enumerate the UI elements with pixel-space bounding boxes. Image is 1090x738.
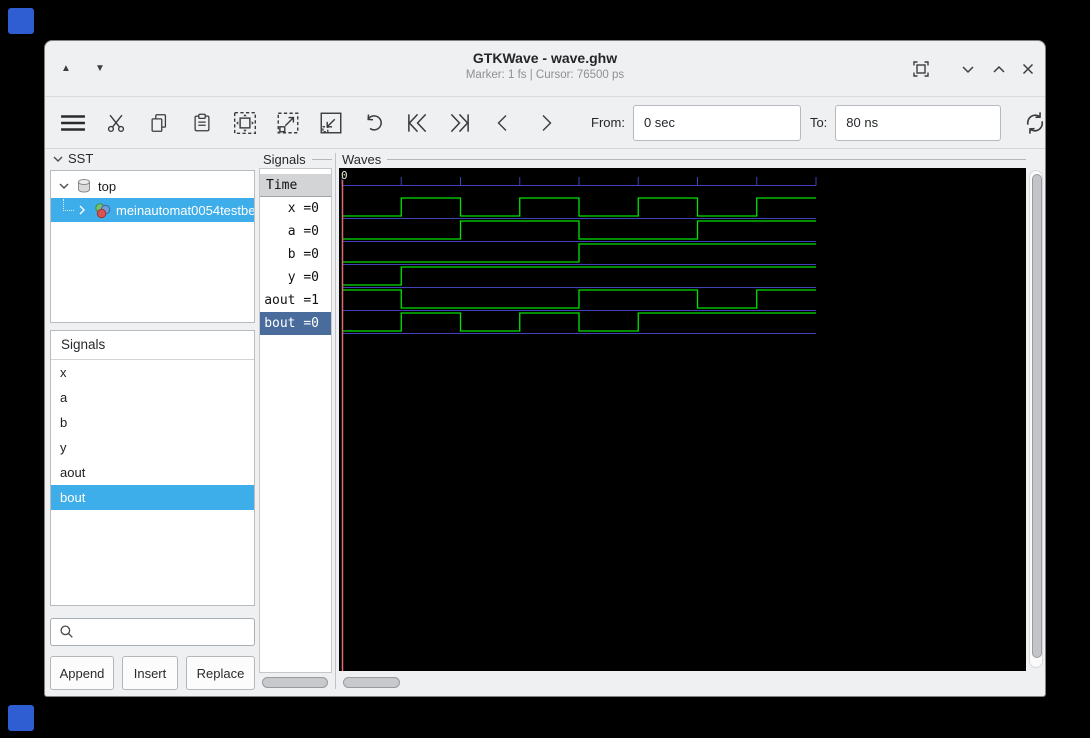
close-icon[interactable] [1018,59,1038,79]
signals-frame-text: Signals [263,152,306,167]
replace-button[interactable]: Replace [186,656,255,690]
window-title: GTKWave - wave.ghw [45,41,1045,66]
sst-tree: top meinautomat0054testbe [50,170,255,323]
signal-value-row-aout[interactable]: aout =1 [260,289,331,312]
signal-list: xabyaoutbout [51,360,254,510]
wave-trace-bout [342,313,816,331]
from-label: From: [591,115,625,130]
chevron-down-icon [53,154,63,164]
signal-list-item-y[interactable]: y [51,435,254,460]
wave-trace-aout [342,290,816,308]
wave-trace-a [342,221,816,239]
tree-item-top[interactable]: top [51,174,254,198]
wave-trace-b [342,244,816,262]
fullscreen-icon[interactable] [911,59,931,79]
waves-frame-label: Waves [342,152,1026,167]
desktop: ▲ ▼ GTKWave - wave.ghw Marker: 1 fs | Cu… [0,0,1090,738]
tree-guide [63,199,74,211]
from-input[interactable] [633,105,801,141]
frame-rule [387,159,1026,160]
signal-value-row-y[interactable]: y =0 [260,266,331,289]
shade-up-icon[interactable]: ▲ [61,61,71,77]
desktop-icon [8,705,34,731]
signal-list-item-x[interactable]: x [51,360,254,385]
to-input[interactable] [835,105,1001,141]
zoom-fit-icon[interactable] [225,103,265,143]
signal-list-item-a[interactable]: a [51,385,254,410]
cut-icon[interactable] [96,103,136,143]
undo-icon[interactable] [354,103,394,143]
minimize-icon[interactable] [958,59,978,79]
signal-value-row-b[interactable]: b =0 [260,243,331,266]
wave-trace-y [342,267,816,285]
tree-item-testbench[interactable]: meinautomat0054testbe [51,198,254,222]
zoom-out-icon[interactable] [311,103,351,143]
signal-values-panel: Time x =0a =0b =0y =0aout =1bout =0 [259,168,332,673]
gtkwave-window: ▲ ▼ GTKWave - wave.ghw Marker: 1 fs | Cu… [44,40,1046,697]
signal-list-item-aout[interactable]: aout [51,460,254,485]
sst-expander[interactable]: SST [53,151,93,166]
waveform-svg [339,168,1026,671]
tree-item-label: meinautomat0054testbe [116,203,254,218]
to-label: To: [810,115,827,130]
frame-rule [312,159,332,160]
reload-icon[interactable] [1015,103,1046,143]
signal-value-row-bout[interactable]: bout =0 [260,312,331,335]
maximize-icon[interactable] [989,59,1009,79]
waves-vertical-scrollbar[interactable] [1029,170,1043,668]
pane-splitter[interactable] [335,153,336,689]
search-input[interactable] [81,624,261,641]
signal-list-item-bout[interactable]: bout [51,485,254,510]
shade-down-icon[interactable]: ▼ [95,61,105,77]
go-to-end-icon[interactable] [440,103,480,143]
scrollbar-thumb[interactable] [1032,174,1042,658]
tree-item-label: top [98,179,116,194]
append-button[interactable]: Append [50,656,114,690]
zoom-in-icon[interactable] [268,103,308,143]
next-edge-icon[interactable] [526,103,566,143]
waves-frame-text: Waves [342,152,381,167]
insert-button[interactable]: Insert [122,656,178,690]
signals-frame-label: Signals [263,152,332,167]
paste-icon[interactable] [182,103,222,143]
prev-edge-icon[interactable] [483,103,523,143]
window-subtitle: Marker: 1 fs | Cursor: 76500 ps [45,66,1045,81]
search-icon [58,623,76,641]
signal-list-header: Signals [51,331,254,360]
signal-list-item-b[interactable]: b [51,410,254,435]
time-header[interactable]: Time [260,174,331,197]
waves-hscrollbar-thumb[interactable] [343,677,400,688]
timeline-origin-label: 0 [341,169,348,182]
titlebar[interactable]: ▲ ▼ GTKWave - wave.ghw Marker: 1 fs | Cu… [45,41,1045,97]
component-icon [94,202,111,219]
database-icon [76,178,92,194]
wave-trace-x [342,198,816,216]
menu-icon[interactable] [53,103,93,143]
go-to-start-icon[interactable] [397,103,437,143]
signal-search-panel: Signals xabyaoutbout [50,330,255,606]
signal-values: x =0a =0b =0y =0aout =1bout =0 [260,197,331,335]
chevron-right-icon[interactable] [77,205,87,215]
signals-hscrollbar-thumb[interactable] [262,677,328,688]
waveform-canvas[interactable]: 0 [339,168,1026,671]
sst-label: SST [68,151,93,166]
signal-search-box[interactable] [50,618,255,646]
desktop-icon [8,8,34,34]
signal-value-row-a[interactable]: a =0 [260,220,331,243]
chevron-down-icon[interactable] [59,181,69,191]
copy-icon[interactable] [139,103,179,143]
signal-value-row-x[interactable]: x =0 [260,197,331,220]
toolbar: From: To: [45,97,1045,149]
